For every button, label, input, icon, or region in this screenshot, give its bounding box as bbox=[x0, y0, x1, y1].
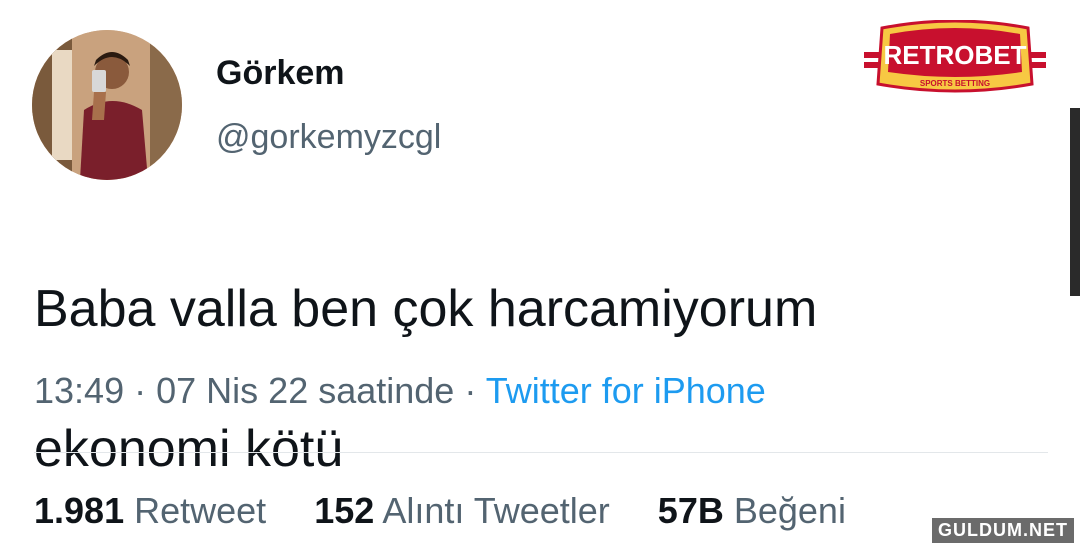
tweet-time[interactable]: 13:49 bbox=[34, 370, 124, 411]
display-name[interactable]: Görkem bbox=[216, 54, 345, 93]
like-count: 57B bbox=[657, 490, 724, 531]
tweet-text-line: Baba valla ben çok harcamiyorum bbox=[34, 280, 818, 338]
quote-stat[interactable]: 152 Alıntı Tweetler bbox=[314, 490, 620, 531]
like-stat[interactable]: 57B Beğeni bbox=[658, 490, 846, 531]
retweet-stat[interactable]: 1.981 Retweet bbox=[34, 490, 276, 531]
divider bbox=[34, 452, 1048, 453]
meta-separator: · bbox=[134, 370, 147, 411]
avatar[interactable] bbox=[32, 30, 182, 180]
retrobet-logo: RETROBET SPORTS BETTING bbox=[864, 20, 1046, 93]
retweet-count: 1.981 bbox=[34, 490, 125, 531]
quote-label: Alıntı Tweetler bbox=[382, 490, 610, 531]
tweet-date[interactable]: 07 Nis 22 saatinde bbox=[156, 370, 454, 411]
avatar-photo bbox=[32, 30, 182, 180]
edge-scrollbar bbox=[1070, 108, 1080, 296]
quote-count: 152 bbox=[314, 490, 375, 531]
tweet-source-link[interactable]: Twitter for iPhone bbox=[486, 370, 766, 411]
tweet-stats: 1.981 Retweet 152 Alıntı Tweetler 57B Be… bbox=[34, 490, 846, 532]
tweet-text-line: ekonomi kötü bbox=[34, 420, 344, 478]
tweet-meta: 13:49 · 07 Nis 22 saatinde · Twitter for… bbox=[34, 370, 766, 412]
user-handle[interactable]: @gorkemyzcgl bbox=[216, 118, 441, 157]
like-label: Beğeni bbox=[733, 490, 846, 531]
retweet-label: Retweet bbox=[134, 490, 267, 531]
svg-text:RETROBET: RETROBET bbox=[884, 40, 1027, 70]
meta-separator: · bbox=[464, 370, 477, 411]
svg-text:SPORTS BETTING: SPORTS BETTING bbox=[920, 79, 990, 88]
watermark: GULDUM.NET bbox=[932, 518, 1074, 543]
